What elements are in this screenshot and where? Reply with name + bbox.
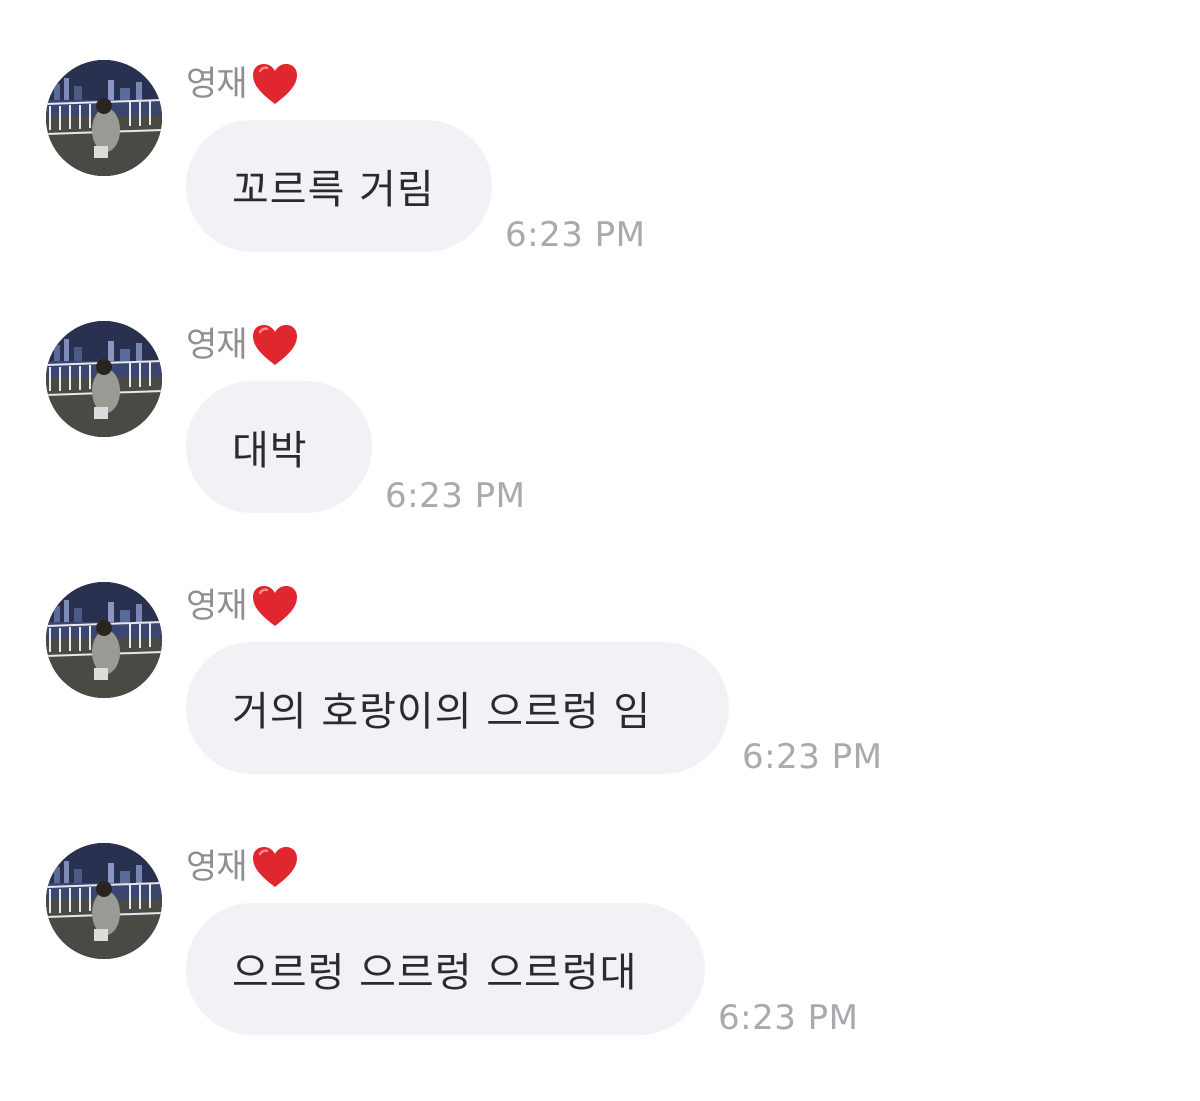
message-text: 꼬르륵 거림	[232, 167, 435, 213]
heart-icon	[251, 62, 299, 106]
avatar[interactable]	[46, 60, 162, 176]
sender-header: 영재	[186, 582, 299, 630]
message-group: 영재 꼬르륵 거림 6:23 PM	[0, 60, 1200, 300]
message-bubble[interactable]: 거의 호랑이의 으르렁 임	[186, 642, 729, 774]
message-group: 영재 대박 6:23 PM	[0, 321, 1200, 561]
sender-header: 영재	[186, 60, 299, 108]
sender-header: 영재	[186, 843, 299, 891]
message-text: 대박	[232, 428, 308, 474]
message-bubble[interactable]: 으르렁 으르렁 으르렁대	[186, 903, 705, 1035]
message-group: 영재 으르렁 으르렁 으르렁대 6:23 PM	[0, 843, 1200, 1083]
message-text: 으르렁 으르렁 으르렁대	[232, 950, 638, 996]
heart-icon	[251, 584, 299, 628]
message-bubble[interactable]: 대박	[186, 381, 372, 513]
message-timestamp: 6:23 PM	[505, 215, 646, 255]
heart-icon	[251, 323, 299, 367]
sender-header: 영재	[186, 321, 299, 369]
avatar[interactable]	[46, 582, 162, 698]
message-timestamp: 6:23 PM	[742, 737, 883, 777]
message-timestamp: 6:23 PM	[385, 476, 526, 516]
sender-name: 영재	[186, 847, 248, 887]
sender-name: 영재	[186, 64, 248, 104]
avatar[interactable]	[46, 321, 162, 437]
sender-name: 영재	[186, 586, 248, 626]
sender-name: 영재	[186, 325, 248, 365]
message-group: 영재 거의 호랑이의 으르렁 임 6:23 PM	[0, 582, 1200, 822]
message-timestamp: 6:23 PM	[718, 998, 859, 1038]
avatar[interactable]	[46, 843, 162, 959]
message-text: 거의 호랑이의 으르렁 임	[232, 689, 652, 735]
chat-thread: 영재 꼬르륵 거림 6:23 PM 영재 대박 6:23 PM 영재 거의 호랑…	[0, 0, 1200, 1101]
heart-icon	[251, 845, 299, 889]
message-bubble[interactable]: 꼬르륵 거림	[186, 120, 492, 252]
